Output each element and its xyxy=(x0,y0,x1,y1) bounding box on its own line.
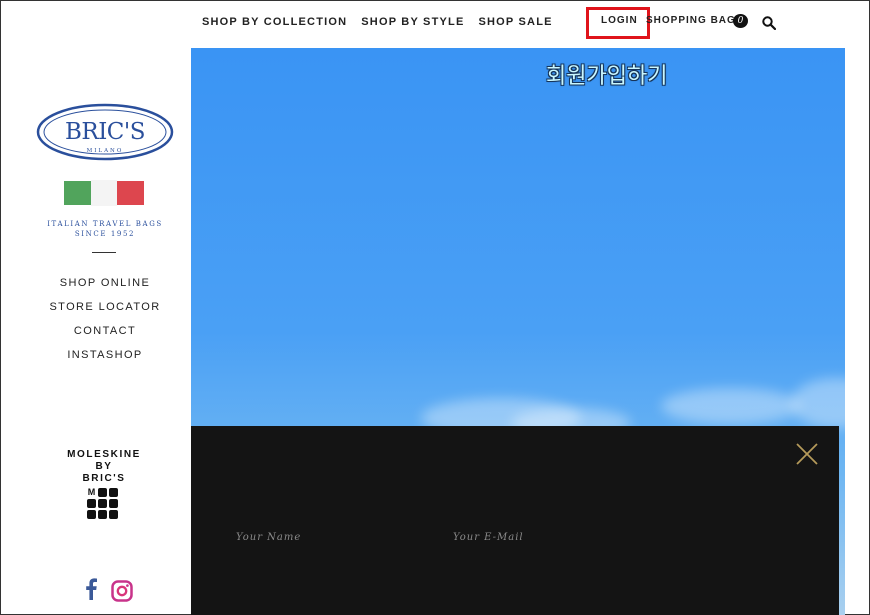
nav-shop-by-collection[interactable]: SHOP BY COLLECTION xyxy=(202,16,347,28)
sidebar-item-shop-online[interactable]: SHOP ONLINE xyxy=(20,276,190,300)
tagline: ITALIAN TRAVEL BAGS SINCE 1952 xyxy=(20,219,190,239)
search-icon[interactable] xyxy=(762,16,776,30)
logo-text: BRIC'S xyxy=(65,119,145,145)
subscribe-modal: Your Name Your E-Mail xyxy=(191,426,839,615)
moleskine-line1: MOLESKINE xyxy=(67,449,141,460)
login-highlight-box xyxy=(586,7,650,39)
email-field[interactable]: Your E-Mail xyxy=(453,532,524,543)
sidebar-item-store-locator[interactable]: STORE LOCATOR xyxy=(20,300,190,324)
name-field[interactable]: Your Name xyxy=(236,532,301,543)
divider xyxy=(92,252,116,253)
tagline-line2: SINCE 1952 xyxy=(74,230,136,238)
top-nav: SHOP BY COLLECTION SHOP BY STYLE SHOP SA… xyxy=(202,16,553,28)
brics-logo[interactable]: BRIC'S MILANO xyxy=(36,103,174,161)
close-icon[interactable] xyxy=(796,443,818,465)
annotation-signup-text: 회원가입하기 xyxy=(546,64,668,89)
tagline-line1: ITALIAN TRAVEL BAGS xyxy=(47,220,163,228)
italian-flag-icon xyxy=(64,180,144,206)
sidebar-item-contact[interactable]: CONTACT xyxy=(20,324,190,348)
moleskine-by-brics[interactable]: MOLESKINE BY BRIC'S xyxy=(40,449,168,485)
moleskine-line2: BY xyxy=(95,461,113,472)
facebook-icon[interactable] xyxy=(84,578,98,600)
instagram-icon[interactable] xyxy=(111,580,133,602)
moleskine-m-letter: M xyxy=(87,487,96,497)
sidebar-nav: SHOP ONLINE STORE LOCATOR CONTACT INSTAS… xyxy=(20,276,190,372)
logo-sub: MILANO xyxy=(87,148,124,154)
bag-count-badge: 0 xyxy=(733,14,748,28)
moleskine-line3: BRIC'S xyxy=(82,473,126,484)
sidebar-item-instashop[interactable]: INSTASHOP xyxy=(20,348,190,372)
shopping-bag-link[interactable]: SHOPPING BAG xyxy=(646,15,736,26)
nav-shop-by-style[interactable]: SHOP BY STYLE xyxy=(361,16,464,28)
nav-shop-sale[interactable]: SHOP SALE xyxy=(478,16,552,28)
